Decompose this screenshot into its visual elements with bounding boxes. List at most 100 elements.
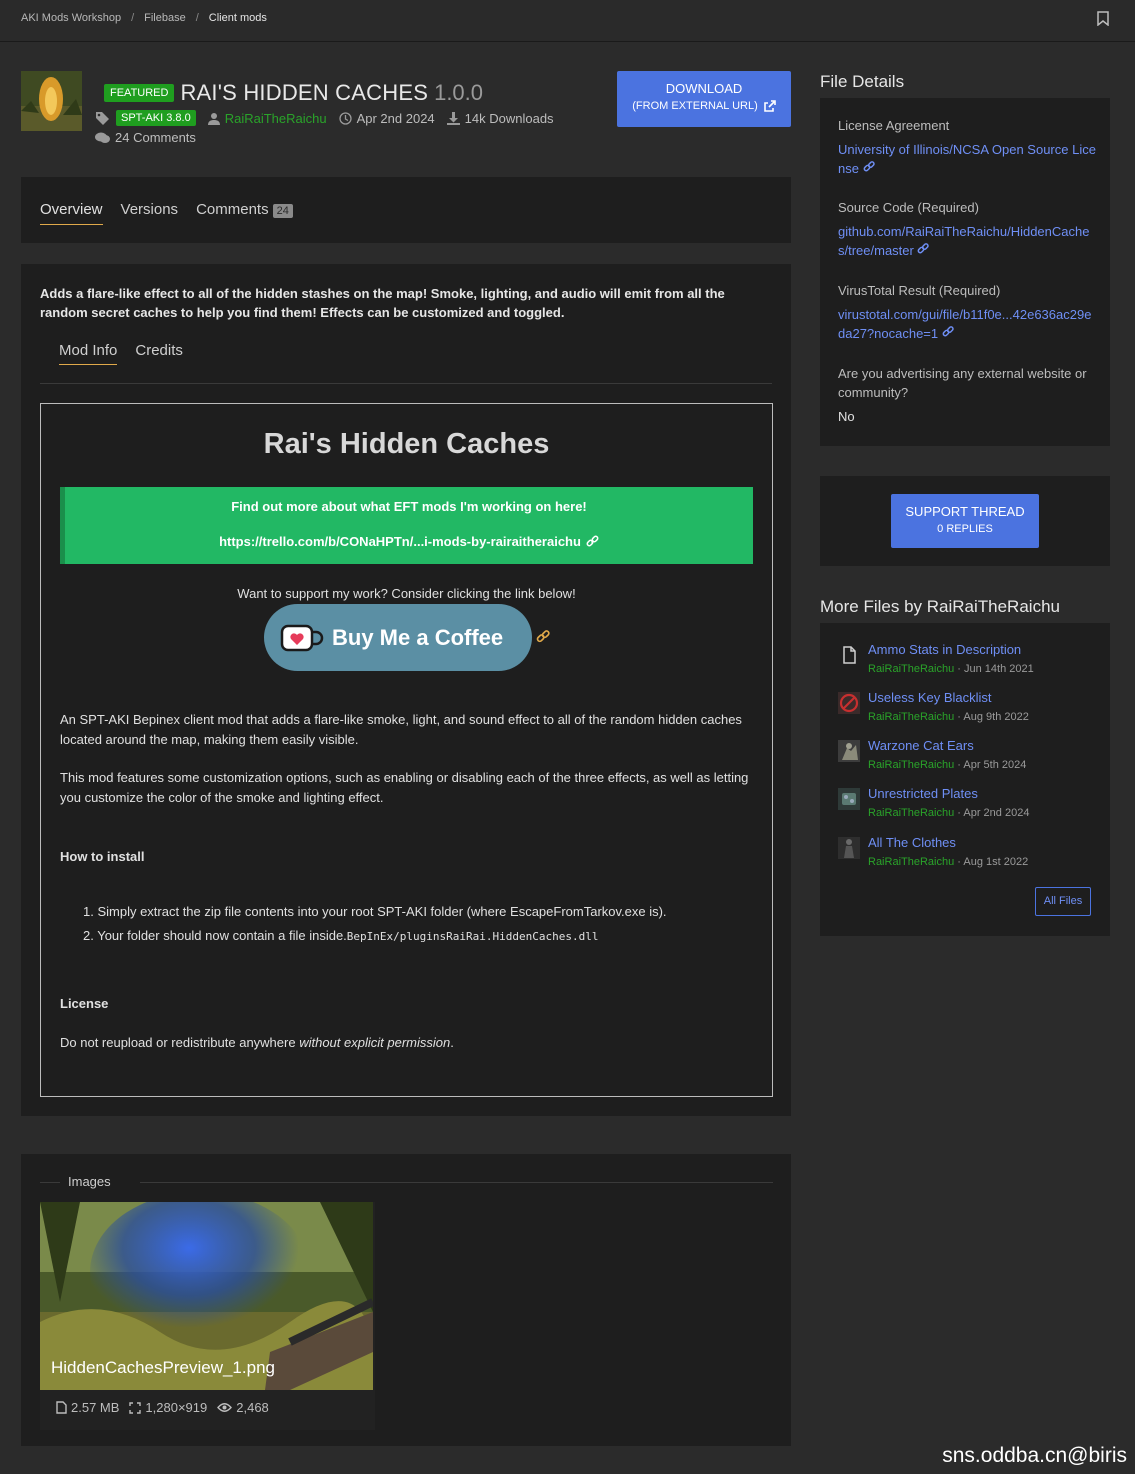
divider [40,1182,60,1183]
install-step: 1. Simply extract the zip file contents … [83,904,667,919]
license-text-end: . [450,1035,454,1050]
support-panel: SUPPORT THREAD 0 REPLIES [820,476,1110,566]
dimensions-group: 1,280×919 [129,1400,207,1415]
file-date: · Jun 14th 2021 [954,663,1034,675]
trello-banner-text: Find out more about what EFT mods I'm wo… [231,499,587,514]
image-dimensions: 1,280×919 [145,1400,208,1415]
subtab-bar: Mod Info Credits [59,342,183,365]
watermark: sns.oddba.cn@biris [942,1444,1127,1467]
link-icon [586,535,599,547]
more-files-panel: Ammo Stats in Description RaiRaiTheRaich… [820,623,1110,936]
author-link[interactable]: RaiRaiTheRaichu [225,111,327,126]
file-date: · Apr 2nd 2024 [954,807,1030,819]
comments-count[interactable]: 24 Comments [115,130,196,145]
file-author[interactable]: RaiRaiTheRaichu [868,759,954,771]
image-size: 2.57 MB [71,1400,120,1415]
support-thread-button[interactable]: SUPPORT THREAD 0 REPLIES [891,494,1039,548]
expand-icon [129,1401,142,1414]
file-link[interactable]: Unrestricted Plates [868,786,978,801]
image-filename: HiddenCachesPreview_1.png [51,1358,275,1377]
file-link[interactable]: Ammo Stats in Description [868,642,1021,657]
clock-icon [338,111,352,125]
description-paragraph: This mod features some customization opt… [60,770,749,805]
featured-badge: FEATURED [104,84,175,102]
file-meta: RaiRaiTheRaichu · Jun 14th 2021 [868,663,1034,675]
breadcrumb-link-client-mods[interactable]: Client mods [209,12,267,24]
license-heading: License [60,996,109,1011]
image-meta: 2.57 MB 1,280×919 2,468 [56,1400,269,1415]
source-detail: Source Code (Required) github.com/RaiRai… [838,198,1096,260]
blocked-key-icon [838,692,860,714]
breadcrumb-link-workshop[interactable]: AKI Mods Workshop [21,12,121,24]
version-tag[interactable]: SPT-AKI 3.8.0 [116,110,196,126]
description-panel: Adds a flare-like effect to all of the h… [21,264,791,1116]
eye-icon [217,1403,233,1412]
subtab-mod-info[interactable]: Mod Info [59,342,118,365]
trello-link[interactable]: https://trello.com/b/CONaHPTn/...i-mods-… [219,534,581,549]
more-files-heading: More Files by RaiRaiTheRaichu [820,597,1060,616]
tab-comments[interactable]: Comments 24 [196,201,293,225]
link-icon [536,630,550,643]
license-link[interactable]: University of Illinois/NCSA Open Source … [838,142,1096,176]
virustotal-detail: VirusTotal Result (Required) virustotal.… [838,281,1096,343]
downloads-group: 14k Downloads [446,110,554,126]
breadcrumb-separator: / [195,12,199,24]
file-author[interactable]: RaiRaiTheRaichu [868,711,954,723]
image-preview[interactable]: HiddenCachesPreview_1.png [40,1202,373,1390]
list-item[interactable]: All The Clothes RaiRaiTheRaichu · Aug 1s… [838,835,1098,879]
coffee-label: Buy Me a Coffee [332,624,504,650]
file-meta: RaiRaiTheRaichu · Aug 9th 2022 [868,711,1029,723]
list-item[interactable]: Ammo Stats in Description RaiRaiTheRaich… [838,642,1098,686]
advertising-value: No [838,409,855,424]
list-item[interactable]: Unrestricted Plates RaiRaiTheRaichu · Ap… [838,786,1098,830]
file-link[interactable]: Useless Key Blacklist [868,690,992,705]
size-group: 2.57 MB [56,1400,119,1415]
tag-group: SPT-AKI 3.8.0 [95,110,196,126]
advertising-detail: Are you advertising any external website… [838,364,1096,426]
breadcrumb-separator: / [131,12,135,24]
source-link[interactable]: github.com/RaiRaiTheRaichu/HiddenCaches/… [838,224,1089,258]
image-card[interactable]: HiddenCachesPreview_1.png 2.57 MB 1,280×… [40,1202,375,1430]
license-text: Do not reupload or redistribute anywhere… [60,1033,755,1053]
virustotal-link[interactable]: virustotal.com/gui/file/b11f0e...42e636a… [838,307,1091,341]
file-date: · Aug 9th 2022 [954,711,1029,723]
file-author[interactable]: RaiRaiTheRaichu [868,807,954,819]
list-item[interactable]: Useless Key Blacklist RaiRaiTheRaichu · … [838,690,1098,734]
soldier-thumbnail-icon [838,740,860,762]
image-views: 2,468 [236,1400,269,1415]
source-label: Source Code (Required) [838,200,979,215]
tab-comments-label: Comments [196,201,269,218]
tab-versions[interactable]: Versions [121,201,179,225]
description-paragraph: An SPT-AKI Bepinex client mod that adds … [60,712,742,747]
subtab-credits[interactable]: Credits [135,342,183,365]
list-item[interactable]: Warzone Cat Ears RaiRaiTheRaichu · Apr 5… [838,738,1098,782]
file-author[interactable]: RaiRaiTheRaichu [868,663,954,675]
file-link[interactable]: All The Clothes [868,835,956,850]
install-step-code: BepInEx/pluginsRaiRai.HiddenCaches.dll [346,930,599,943]
install-steps: 1. Simply extract the zip file contents … [83,900,667,949]
all-files-button[interactable]: All Files [1035,887,1091,916]
link-icon [918,243,930,254]
link-icon [942,326,954,337]
images-panel: Images HiddenCachesPreview_1.png 2.57 MB… [21,1154,791,1446]
external-link-icon [763,100,776,112]
armor-plate-thumbnail-icon [838,788,860,810]
publish-date: Apr 2nd 2024 [356,110,435,126]
advertising-label: Are you advertising any external website… [838,366,1087,400]
file-link[interactable]: Warzone Cat Ears [868,738,974,753]
buy-me-a-coffee-button[interactable]: Buy Me a Coffee [264,604,532,671]
download-icon [446,111,460,125]
description-box: Rai's Hidden Caches Find out more about … [40,403,773,1097]
tab-overview[interactable]: Overview [40,201,103,225]
breadcrumb: AKI Mods Workshop / Filebase / Client mo… [21,12,267,24]
file-author[interactable]: RaiRaiTheRaichu [868,856,954,868]
title-row: FEATURED RAI'S HIDDEN CACHES 1.0.0 [104,80,483,106]
breadcrumb-link-filebase[interactable]: Filebase [144,12,186,24]
download-button[interactable]: DOWNLOAD (FROM EXTERNAL URL) [617,71,791,127]
virustotal-label: VirusTotal Result (Required) [838,283,1001,298]
support-thread-replies: 0 REPLIES [937,523,993,535]
downloads-count: 14k Downloads [464,110,554,126]
download-label: DOWNLOAD [665,81,743,96]
link-icon [863,161,875,172]
bookmark-icon[interactable] [1097,11,1109,29]
